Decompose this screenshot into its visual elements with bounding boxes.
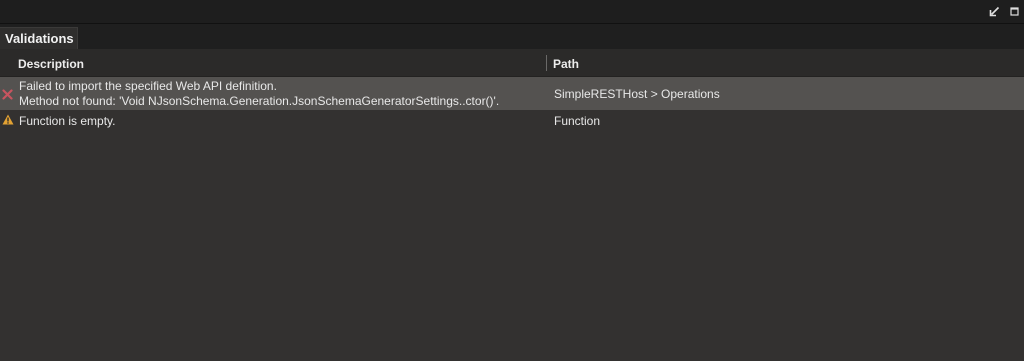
maximize-icon	[1010, 7, 1019, 16]
validations-table: Description Path Failed to import the sp…	[0, 49, 1024, 361]
description-line-1: Failed to import the specified Web API d…	[19, 79, 277, 93]
restore-button[interactable]	[988, 5, 1001, 18]
description-line-1: Function is empty.	[19, 114, 116, 128]
column-header-path[interactable]: Path	[553, 57, 579, 71]
table-row-error[interactable]: Failed to import the specified Web API d…	[0, 77, 1024, 110]
row-description: Failed to import the specified Web API d…	[19, 79, 499, 109]
description-line-2: Method not found: 'Void NJsonSchema.Gene…	[19, 94, 500, 108]
tab-validations[interactable]: Validations	[0, 27, 78, 49]
row-path: SimpleRESTHost > Operations	[554, 87, 720, 101]
tab-strip: Validations	[0, 24, 1024, 49]
arrow-down-left-icon	[989, 6, 1000, 17]
tab-validations-label: Validations	[5, 31, 74, 46]
column-divider[interactable]	[546, 55, 547, 71]
table-header: Description Path	[0, 49, 1024, 77]
error-x-icon	[2, 89, 13, 103]
panel-title-bar	[0, 0, 1024, 24]
warning-triangle-icon	[2, 114, 14, 128]
row-path: Function	[554, 114, 601, 128]
column-header-description[interactable]: Description	[18, 57, 84, 71]
row-description: Function is empty.	[19, 114, 115, 129]
table-row-warning[interactable]: Function is empty. Function	[0, 111, 1024, 131]
maximize-button[interactable]	[1008, 5, 1021, 18]
